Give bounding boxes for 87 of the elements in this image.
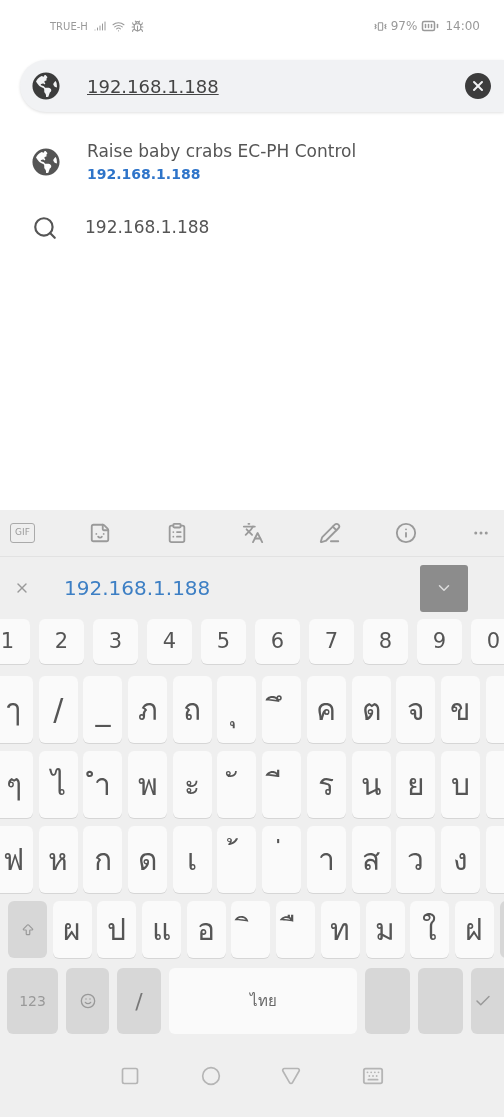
back-icon[interactable] [281, 1065, 302, 1086]
collapse-button[interactable] [420, 564, 468, 612]
battery-percent: 97% [390, 18, 418, 35]
keyboard-key[interactable]: ื [276, 901, 316, 958]
keyboard-key[interactable]: ต [351, 676, 391, 743]
carrier-label: TRUE-H [50, 19, 88, 34]
keyboard-key[interactable]: ห [38, 826, 78, 893]
keyboard-key[interactable]: ร [306, 751, 346, 818]
candidate-text[interactable]: 192.168.1.188 [64, 573, 420, 603]
keyboard-key[interactable]: 2 [39, 619, 84, 664]
keyboard-key[interactable]: พ [128, 751, 168, 818]
keyboard-key[interactable]: ะ [172, 751, 212, 818]
clear-icon[interactable] [462, 70, 494, 102]
keyboard-key[interactable]: ๅ [0, 676, 33, 743]
keyboard-key[interactable]: แ [142, 901, 182, 958]
info-icon[interactable] [395, 522, 418, 544]
keyboard-key[interactable]: ิ [231, 901, 271, 958]
keyboard-key[interactable]: 0 [471, 619, 504, 664]
keyboard-key[interactable]: จ [396, 676, 436, 743]
enter-key[interactable] [471, 968, 504, 1034]
keyboard-key[interactable]: ี [262, 751, 302, 818]
keyboard-key[interactable]: บ [440, 751, 480, 818]
globe-icon [32, 72, 60, 100]
keyboard-key[interactable]: น [351, 751, 391, 818]
clock: 14:00 [445, 18, 480, 35]
shift-icon [20, 922, 35, 937]
keyboard-key[interactable]: ฝ [454, 901, 494, 958]
translate-icon[interactable] [242, 522, 265, 544]
bug-icon [130, 19, 144, 33]
vibrate-icon [373, 19, 387, 33]
keyboard-key[interactable]: ึ [262, 676, 302, 743]
keyboard-key[interactable]: ข [440, 676, 480, 743]
keyboard-key[interactable]: ั [217, 751, 257, 818]
keyboard-key[interactable]: ค [306, 676, 346, 743]
keyboard-key[interactable]: 4 [147, 619, 192, 664]
keyboard-key[interactable]: 5 [201, 619, 246, 664]
suggestion-title: 192.168.1.188 [85, 216, 210, 240]
keyboard-key[interactable]: ภ [128, 676, 168, 743]
address-text: 192.168.1.188 [87, 74, 220, 99]
pen-icon[interactable] [318, 522, 341, 544]
keyboard-key[interactable]: 7 [309, 619, 354, 664]
keyboard-key[interactable]: ำ [83, 751, 123, 818]
home-icon[interactable] [200, 1065, 221, 1086]
square-icon[interactable] [120, 1065, 141, 1086]
emoji-key[interactable] [66, 968, 109, 1034]
keyboard-key[interactable]: / [38, 676, 78, 743]
keyboard-key[interactable]: ไ [38, 751, 78, 818]
keyboard-key[interactable]: เ [172, 826, 212, 893]
search-icon [32, 215, 58, 241]
keyboard-key[interactable]: ุ [217, 676, 257, 743]
globe-icon [32, 148, 60, 176]
keyboard-key[interactable]: 3 [93, 619, 138, 664]
keyboard-key[interactable]: 6 [255, 619, 300, 664]
keyboard-key[interactable] [365, 968, 410, 1034]
keyboard-key[interactable]: 8 [363, 619, 408, 664]
keyboard-key[interactable]: ่ [262, 826, 302, 893]
space-key[interactable]: ไทย [169, 968, 357, 1034]
keyboard-key[interactable]: 1 [0, 619, 30, 664]
keyboard-key[interactable]: ฟ [0, 826, 33, 893]
keyboard-key[interactable]: ใ [410, 901, 450, 958]
keyboard-key[interactable]: 9 [417, 619, 462, 664]
keyboard-key[interactable]: ๆ [0, 751, 33, 818]
keyboard-key[interactable]: ้ [217, 826, 257, 893]
keyboard-key[interactable]: ด [128, 826, 168, 893]
keyboard-key[interactable]: ว [396, 826, 436, 893]
suggestion-item[interactable]: 192.168.1.188 [0, 198, 504, 258]
wifi-icon [111, 19, 125, 33]
suggestion-item[interactable]: Raise baby crabs EC-PH Control 192.168.1.188 [0, 126, 504, 198]
keyboard-key[interactable]: อ [186, 901, 226, 958]
keyboard-key[interactable]: _ [83, 676, 123, 743]
suggestion-title: Raise baby crabs EC-PH Control [87, 139, 357, 163]
keyboard-key[interactable]: ม [365, 901, 405, 958]
shift-key[interactable] [8, 901, 47, 958]
keyboard-key[interactable]: ส [351, 826, 391, 893]
keyboard-key[interactable]: ป [97, 901, 137, 958]
keyboard-key[interactable]: ย [396, 751, 436, 818]
keyboard-key[interactable]: ง [440, 826, 480, 893]
keyboard-key[interactable]: า [306, 826, 346, 893]
keyboard-key[interactable]: ท [320, 901, 360, 958]
address-bar[interactable]: 192.168.1.188 [20, 60, 504, 112]
smile-icon [79, 993, 96, 1009]
keyboard-key[interactable]: ถ [172, 676, 212, 743]
suggestion-url: 192.168.1.188 [87, 165, 202, 185]
keyboard-key[interactable] [418, 968, 463, 1034]
sticker-icon[interactable] [89, 522, 112, 544]
keyboard-key[interactable]: ก [83, 826, 123, 893]
keyboard-key[interactable]: ผ [52, 901, 92, 958]
